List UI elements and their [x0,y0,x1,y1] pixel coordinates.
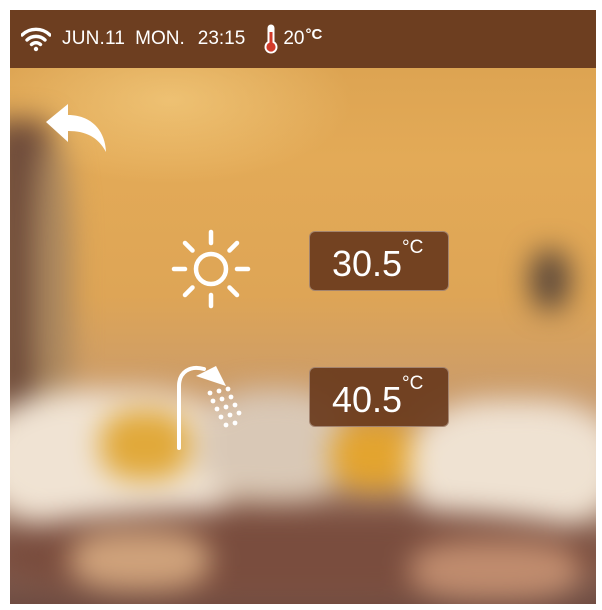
status-temperature: 20 [283,28,305,49]
shower-temperature-box[interactable]: 40.5 °C [309,367,449,427]
status-bar: JUN.11 MON. 23:15 20 °C [10,10,596,68]
thermometer-icon [264,24,278,54]
sun-temperature-box[interactable]: 30.5 °C [309,231,449,291]
status-date: JUN.11 [62,28,126,49]
status-time: 23:15 [197,28,246,49]
sun-temperature-value: 30.5 [332,243,403,284]
device-screen: JUN.11 MON. 23:15 20 °C 30.5 °C 40.5 °C [10,10,596,604]
back-arrow-icon [46,104,106,152]
sun-icon [171,229,251,309]
status-temperature-unit: °C [305,25,323,43]
back-button[interactable] [44,102,108,154]
shower-icon [177,366,242,450]
sun-temperature-unit: °C [402,237,424,258]
status-day: MON. [135,28,185,49]
shower-temperature-value: 40.5 [332,379,403,420]
wifi-icon [21,27,51,52]
background-blur [10,10,596,604]
shower-temperature-unit: °C [402,373,424,394]
